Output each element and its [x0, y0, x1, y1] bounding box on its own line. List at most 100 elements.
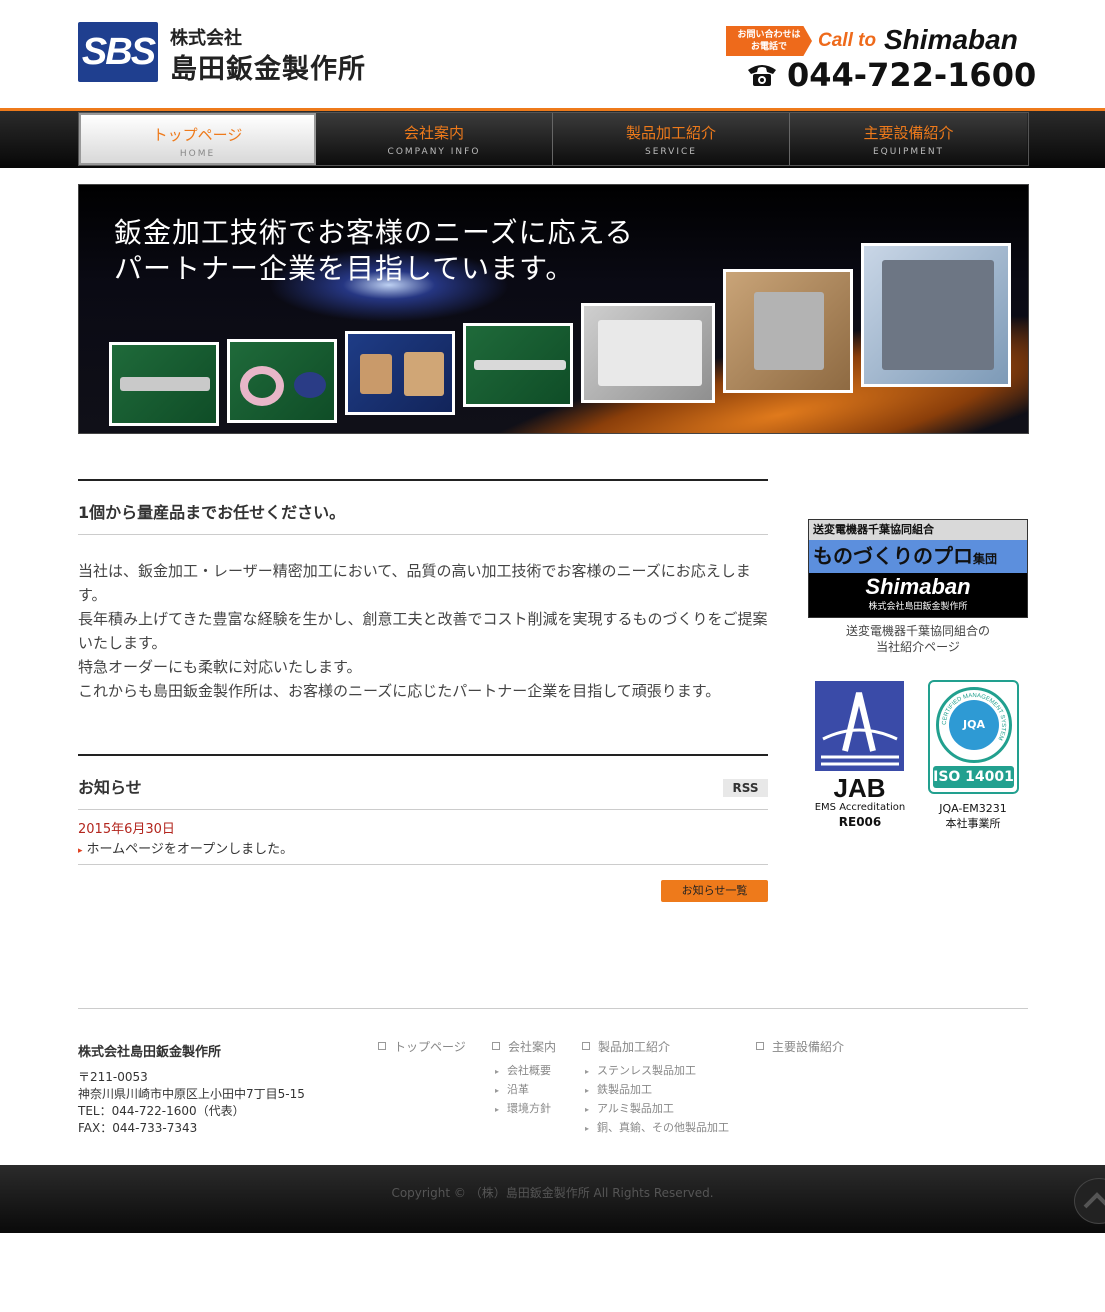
- footer-top-rule: [78, 1008, 1028, 1009]
- footer-sub-label: 環境方針: [507, 1102, 552, 1115]
- rss-button[interactable]: RSS: [723, 779, 768, 797]
- product-photo-3: [345, 331, 455, 415]
- product-photo-1: [109, 342, 219, 426]
- monozukuri-banner[interactable]: 送変電機器千葉協同組合 ものづくりのプロ集団 Shimaban 株式会社島田鈑金…: [808, 519, 1028, 618]
- iso-label: ISO 14001: [933, 766, 1014, 788]
- arrow-right-icon: ▸: [495, 1105, 500, 1114]
- footer-company-name: 株式会社島田鈑金製作所: [78, 1045, 222, 1060]
- nav-equipment-sublabel: EQUIPMENT: [872, 147, 945, 157]
- news-item[interactable]: ▸ ホームページをオープンしました。: [78, 838, 293, 857]
- banner-slogan-main: ものづくりのプロ: [813, 544, 973, 568]
- banner-association-name: 送変電機器千葉協同組合: [809, 520, 1027, 540]
- product-photo-7: [861, 243, 1011, 387]
- intro-title: 1個から量産品までお任せください。: [78, 503, 346, 522]
- nav-service-sublabel: SERVICE: [645, 147, 697, 157]
- company-logo[interactable]: SBS: [78, 22, 158, 82]
- banner-company: 株式会社島田鈑金製作所: [868, 602, 968, 612]
- intro-title-rule: [78, 534, 768, 535]
- nav-service[interactable]: 製品加工紹介 SERVICE: [553, 113, 790, 165]
- footer-nav-top[interactable]: トップページ: [378, 1038, 466, 1055]
- nav-company-info[interactable]: 会社案内 COMPANY INFO: [316, 113, 553, 165]
- jab-mark-icon: [821, 692, 899, 766]
- product-photo-2: [227, 339, 337, 423]
- banner-caption[interactable]: 送変電機器千葉協同組合の 当社紹介ページ: [808, 623, 1028, 655]
- footer-fax: FAX：044-733-7343: [78, 1121, 198, 1135]
- arrow-right-icon: ▸: [585, 1124, 590, 1133]
- hero-headline-1: 鈑金加工技術でお客様のニーズに応える: [114, 216, 634, 249]
- nav-equipment[interactable]: 主要設備紹介 EQUIPMENT: [790, 113, 1027, 165]
- banner-brand: Shimaban: [865, 574, 971, 599]
- news-list-button[interactable]: お知らせ一覧: [661, 880, 768, 902]
- phone-icon: [748, 65, 776, 86]
- nav-home[interactable]: トップページ HOME: [79, 113, 316, 165]
- footer-nav-service-label: 製品加工紹介: [598, 1040, 671, 1054]
- footer-sub-environment[interactable]: ▸ 環境方針: [495, 1100, 551, 1116]
- company-name[interactable]: 島田鈑金製作所: [170, 47, 366, 86]
- footer-postal: 〒211-0053: [78, 1070, 148, 1084]
- jab-logo: [815, 681, 904, 771]
- footer-sub-copper[interactable]: ▸ 銅、真鍮、その他製品加工: [585, 1119, 729, 1135]
- intro-paragraph-3: 特急オーダーにも柔軟に対応いたします。: [78, 658, 362, 676]
- iso-inner-mark: JQA: [949, 700, 999, 750]
- footer-sub-label: 沿革: [507, 1083, 530, 1096]
- intro-body: 当社は、鈑金加工・レーザー精密加工において、品質の高い加工技術でお客様のニーズに…: [78, 559, 770, 703]
- arrow-right-icon: ▸: [585, 1067, 590, 1076]
- phone-number[interactable]: 044-722-1600: [787, 56, 1036, 94]
- nav-home-sublabel: HOME: [179, 149, 216, 159]
- news-date: 2015年6月30日: [78, 822, 175, 837]
- main-nav: トップページ HOME 会社案内 COMPANY INFO 製品加工紹介 SER…: [78, 112, 1029, 166]
- iso-logo: CERTIFIED MANAGEMENT SYSTEM JQA ISO 1400…: [928, 680, 1019, 794]
- nav-equipment-label: 主要設備紹介: [863, 124, 954, 142]
- nav-home-label: トップページ: [152, 126, 243, 144]
- footer-nav-equipment-label: 主要設備紹介: [772, 1040, 845, 1054]
- hero-banner: 鈑金加工技術でお客様のニーズに応える パートナー企業を目指しています。: [78, 184, 1029, 434]
- call-tag: お問い合わせは お電話で: [726, 26, 812, 56]
- footer-tel: TEL：044-722-1600（代表）: [78, 1104, 245, 1118]
- jab-caption-1: EMS Accreditation: [814, 802, 906, 813]
- intro-paragraph-2: 長年積み上げてきた豊富な経験を生かし、創意工夫と改善でコスト削減を実現するものづ…: [78, 610, 768, 652]
- footer-sub-iron[interactable]: ▸ 鉄製品加工: [585, 1081, 652, 1097]
- footer-nav-service[interactable]: 製品加工紹介: [582, 1038, 670, 1055]
- news-top-rule: [78, 754, 768, 756]
- call-brand: Shimaban: [884, 24, 1018, 55]
- footer-sub-label: 銅、真鍮、その他製品加工: [597, 1121, 730, 1134]
- banner-slogan: ものづくりのプロ集団: [809, 540, 1027, 573]
- intro-top-rule: [78, 479, 768, 481]
- call-to-text: Call to: [818, 30, 877, 51]
- footer-sub-label: 会社概要: [507, 1064, 552, 1077]
- arrow-right-icon: ▸: [495, 1067, 500, 1076]
- arrow-right-icon: ▸: [495, 1086, 500, 1095]
- footer-nav-company[interactable]: 会社案内: [492, 1038, 556, 1055]
- jab-word: JAB: [833, 773, 886, 803]
- footer-sub-label: ステンレス製品加工: [597, 1064, 697, 1077]
- arrow-right-icon: ▸: [585, 1105, 590, 1114]
- news-title: お知らせ: [78, 778, 142, 797]
- arrow-right-icon: ▸: [585, 1086, 590, 1095]
- footer-nav-company-label: 会社案内: [508, 1040, 557, 1054]
- arrow-right-icon: ▸: [78, 846, 83, 856]
- footer-sub-company-overview[interactable]: ▸ 会社概要: [495, 1062, 551, 1078]
- news-item-text[interactable]: ホームページをオープンしました。: [87, 842, 294, 857]
- footer-street: 神奈川県川崎市中原区上小田中7丁目5-15: [78, 1087, 305, 1101]
- footer-sub-label: 鉄製品加工: [597, 1083, 653, 1096]
- hero-headline-2: パートナー企業を目指しています。: [114, 252, 575, 285]
- product-photo-6: [723, 269, 853, 393]
- iso-caption-2: 本社事業所: [945, 817, 1001, 830]
- footer-sub-stainless[interactable]: ▸ ステンレス製品加工: [585, 1062, 696, 1078]
- product-photo-5: [581, 303, 715, 403]
- news-title-rule: [78, 809, 768, 810]
- footer-address: 〒211-0053 神奈川県川崎市中原区上小田中7丁目5-15 TEL：044-…: [78, 1069, 305, 1137]
- footer-sub-label: アルミ製品加工: [597, 1102, 674, 1115]
- nav-company-info-sublabel: COMPANY INFO: [387, 147, 481, 157]
- footer-sub-aluminum[interactable]: ▸ アルミ製品加工: [585, 1100, 674, 1116]
- product-photo-4: [463, 323, 573, 407]
- footer-sub-history[interactable]: ▸ 沿革: [495, 1081, 529, 1097]
- square-bullet-icon: [756, 1042, 764, 1050]
- square-bullet-icon: [582, 1042, 590, 1050]
- intro-paragraph-1: 当社は、鈑金加工・レーザー精密加工において、品質の高い加工技術でお客様のニーズに…: [78, 562, 751, 604]
- intro-paragraph-4: これからも島田鈑金製作所は、お客様のニーズに応じたパートナー企業を目指して頑張り…: [78, 682, 721, 700]
- copyright: Copyright © （株）島田鈑金製作所 All Rights Reserv…: [391, 1186, 714, 1200]
- footer-nav-equipment[interactable]: 主要設備紹介: [756, 1038, 844, 1055]
- nav-service-label: 製品加工紹介: [625, 124, 716, 142]
- nav-company-info-label: 会社案内: [403, 124, 464, 142]
